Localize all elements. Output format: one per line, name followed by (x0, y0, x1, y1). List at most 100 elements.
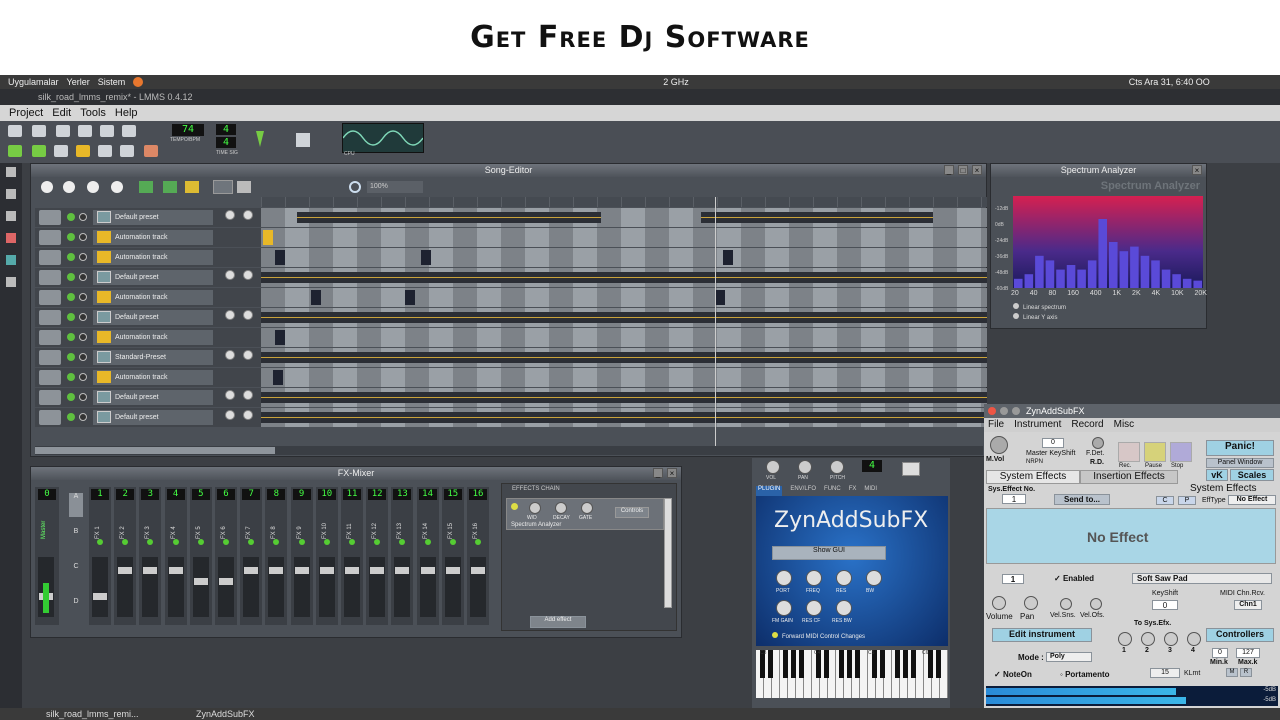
track-actions-icon[interactable] (39, 410, 61, 425)
stop-button[interactable]: Stop (1170, 442, 1192, 469)
channel-mute-led[interactable] (349, 539, 355, 545)
places-menu[interactable]: Yerler (67, 77, 90, 87)
volume-knob[interactable] (225, 390, 235, 400)
pattern-block[interactable] (701, 212, 933, 223)
zyn-max-icon[interactable] (1012, 407, 1020, 415)
automation-pattern[interactable] (275, 330, 285, 345)
piano-keyboard[interactable] (756, 650, 948, 698)
mute-led-icon[interactable] (67, 213, 75, 221)
mute-led-icon[interactable] (67, 373, 75, 381)
track-name-button[interactable]: Automation track (93, 330, 213, 345)
track-actions-icon[interactable] (39, 310, 61, 325)
zyn-plugin-knob[interactable] (836, 570, 852, 586)
master-pitch-slider[interactable] (296, 133, 310, 147)
track-row[interactable]: Automation track (35, 368, 987, 387)
track-row[interactable]: Default preset (35, 208, 987, 227)
channel-mute-led[interactable] (298, 539, 305, 545)
channel-fader[interactable] (318, 557, 335, 617)
save-preset-icon[interactable] (902, 462, 920, 476)
zyn-plugin-knob[interactable] (836, 600, 852, 616)
track-name-button[interactable]: Standard-Preset (93, 350, 213, 365)
sidebar-instruments-icon[interactable] (6, 167, 16, 177)
channel-mute-led[interactable] (122, 539, 129, 545)
menu-project[interactable]: Project (9, 107, 43, 119)
fader-handle[interactable] (143, 567, 158, 574)
track-name-button[interactable]: Default preset (93, 210, 213, 225)
mixer-channel[interactable]: 10 FX 10 (315, 487, 338, 625)
channel-fader[interactable] (444, 557, 461, 617)
channel-mute-led[interactable] (323, 539, 330, 545)
pattern-block[interactable] (261, 392, 987, 403)
fader-handle[interactable] (445, 567, 460, 574)
menu-tools[interactable]: Tools (80, 107, 106, 119)
track-lane[interactable] (261, 388, 987, 407)
track-row[interactable]: Default preset (35, 268, 987, 287)
add-sample-track-icon[interactable] (185, 181, 199, 193)
instrument-preset-name[interactable]: Soft Saw Pad (1132, 573, 1272, 584)
automation-pattern[interactable] (275, 250, 285, 265)
volume-knob[interactable] (225, 210, 235, 220)
new-project-icon[interactable] (8, 125, 22, 137)
pattern-block[interactable] (261, 412, 987, 423)
track-lane[interactable] (261, 328, 987, 347)
black-key[interactable] (895, 650, 900, 678)
fader-handle[interactable] (395, 567, 410, 574)
pan-knob[interactable] (243, 410, 253, 420)
solo-led-icon[interactable] (79, 393, 87, 401)
fader-handle[interactable] (193, 578, 208, 585)
black-key[interactable] (791, 650, 796, 678)
track-row[interactable]: Automation track (35, 228, 987, 247)
sys-effect-no-value[interactable]: 1 (1002, 494, 1026, 504)
plugin-tab[interactable]: FUNC (824, 486, 841, 496)
zyn-menu-item[interactable]: Instrument (1014, 418, 1061, 432)
zyn-min-icon[interactable] (1000, 407, 1008, 415)
system-menu[interactable]: Sistem (98, 77, 126, 87)
record-play-icon[interactable] (87, 181, 99, 193)
pan-knob[interactable] (243, 350, 253, 360)
master-keyshift-value[interactable]: 0 (1042, 438, 1064, 448)
track-row[interactable]: Default preset (35, 408, 987, 427)
export-icon[interactable] (122, 125, 136, 137)
zyn-menu-item[interactable]: File (988, 418, 1004, 432)
mute-led-icon[interactable] (67, 413, 75, 421)
key-m-button[interactable]: M (1226, 668, 1238, 677)
firefox-icon[interactable] (133, 77, 144, 87)
mute-led-icon[interactable] (67, 293, 75, 301)
draw-mode-icon[interactable] (213, 180, 233, 194)
fx-mixer-icon[interactable] (98, 145, 112, 157)
channel-fader[interactable] (268, 557, 285, 617)
channel-mute-led[interactable] (248, 539, 255, 545)
track-lane[interactable] (261, 348, 987, 367)
black-key[interactable] (903, 650, 908, 678)
track-name-button[interactable]: Default preset (93, 270, 213, 285)
zyn-plugin-knob[interactable] (866, 570, 882, 586)
fader-handle[interactable] (420, 567, 435, 574)
track-lane[interactable] (261, 208, 987, 227)
time-sig-top[interactable]: 4 (216, 124, 236, 135)
taskbar-item-lmms[interactable]: silk_road_lmms_remi... (46, 708, 139, 720)
mixer-channel[interactable]: 5 FX 5 (189, 487, 212, 625)
mixer-channel[interactable]: 9 FX 9 (290, 487, 313, 625)
channel-fader[interactable] (243, 557, 260, 617)
show-gui-button[interactable]: Show GUI (772, 546, 886, 560)
automation-pattern[interactable] (405, 290, 415, 305)
panel-window-button[interactable]: Panel Window (1206, 458, 1274, 468)
taskbar-item-zyn[interactable]: ZynAddSubFX (196, 708, 255, 720)
pan-knob[interactable] (243, 270, 253, 280)
pause-button[interactable]: Pause (1144, 442, 1166, 469)
pattern-block[interactable] (261, 352, 987, 363)
close-icon[interactable]: × (1192, 165, 1202, 175)
automation-pattern[interactable] (273, 370, 283, 385)
channel-fader[interactable] (92, 557, 108, 617)
channel-fader[interactable] (167, 557, 184, 617)
black-key[interactable] (847, 650, 852, 678)
black-key[interactable] (880, 650, 885, 678)
channel-fader[interactable] (293, 557, 310, 617)
virtual-keyboard-button[interactable]: vK (1206, 469, 1228, 481)
save-icon[interactable] (100, 125, 114, 137)
mixer-channel[interactable]: 13 FX 13 (391, 487, 414, 625)
track-row[interactable]: Default preset (35, 308, 987, 327)
forward-midi-checkbox[interactable]: Forward MIDI Control Changes (772, 632, 865, 640)
zyn-plugin-knob[interactable] (776, 600, 792, 616)
track-lane[interactable] (261, 288, 987, 307)
